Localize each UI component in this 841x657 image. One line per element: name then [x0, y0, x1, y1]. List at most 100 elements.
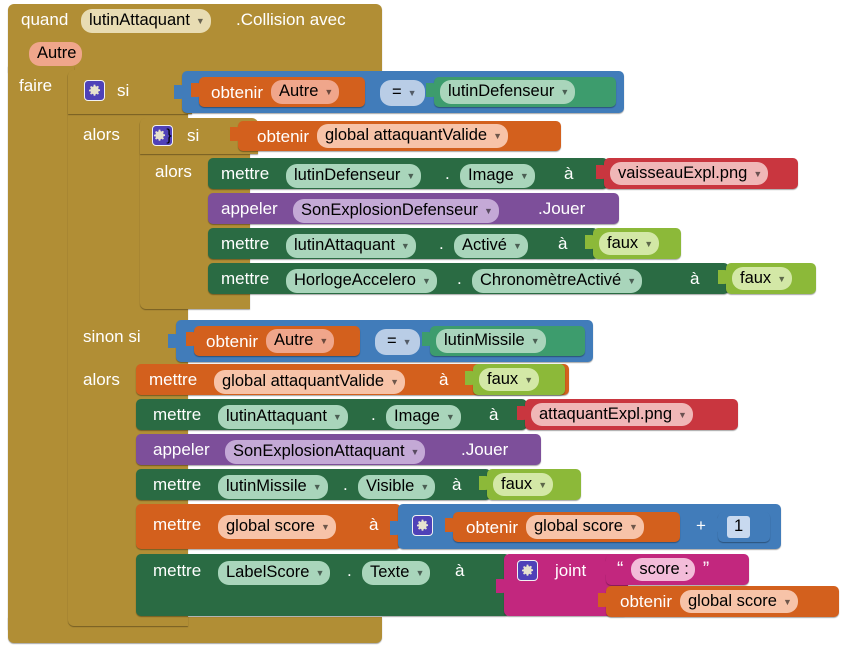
setter-property-dropdown-6[interactable]: Texte ▼ — [362, 561, 431, 585]
component-lutinmissile-block[interactable]: lutinMissile ▼ — [422, 326, 585, 356]
chevron-down-icon: ▼ — [320, 522, 330, 533]
event-keyword-quand: quand — [21, 10, 69, 29]
get-global-attaquantvalide-block[interactable]: obtenir global attaquantValide ▼ — [230, 121, 561, 151]
chevron-down-icon: ▼ — [644, 238, 654, 249]
setter-property-dropdown-5[interactable]: Visible ▼ — [358, 475, 436, 499]
text-string-field[interactable]: score : — [631, 557, 695, 582]
set-global-to-label-1: à — [439, 370, 449, 389]
logic-faux-label-1: faux — [607, 233, 639, 252]
call-component-label-2: SonExplosionAttaquant — [233, 442, 405, 460]
get-autre-dropdown-2[interactable]: Autre ▼ — [265, 329, 335, 353]
get-autre-dropdown-1[interactable]: Autre ▼ — [270, 80, 340, 104]
setter-component-dropdown-3[interactable]: HorlogeAccelero ▼ — [286, 269, 437, 293]
chevron-down-icon: ▼ — [538, 479, 548, 490]
component-lutindefenseur-block[interactable]: lutinDefenseur ▼ — [426, 77, 616, 107]
event-body-label-faire: faire — [19, 76, 53, 95]
call-label-2: appeler — [153, 440, 210, 459]
chevron-down-icon: ▼ — [406, 171, 416, 182]
gear-icon[interactable] — [412, 515, 433, 536]
get-global-score-block-2[interactable]: obtenir global score ▼ — [598, 586, 839, 617]
text-string-block[interactable]: “ score : ” — [598, 554, 749, 585]
chevron-down-icon: ▼ — [400, 241, 410, 252]
plug-notch-icon — [517, 405, 526, 420]
logic-faux-block-3[interactable]: faux ▼ — [465, 364, 565, 395]
setter-property-dropdown-1[interactable]: Image ▼ — [460, 164, 535, 188]
logic-faux-dropdown-2[interactable]: faux ▼ — [732, 266, 793, 291]
setter-property-label-1: Image — [468, 166, 514, 184]
asset-attaquantexpl-block[interactable]: attaquantExpl.png ▼ — [517, 399, 738, 430]
get-global-score-label-2: global score — [687, 591, 777, 610]
setter-to-label-4: à — [489, 405, 499, 424]
compare-operator-dropdown-1[interactable]: = ▼ — [380, 80, 425, 106]
setter-component-dropdown-1[interactable]: lutinDefenseur ▼ — [286, 164, 422, 188]
gear-icon[interactable]: } — [152, 125, 173, 146]
call-component-dropdown-2[interactable]: SonExplosionAttaquant ▼ — [225, 440, 426, 464]
logic-faux-block-1[interactable]: faux ▼ — [585, 228, 681, 259]
chevron-down-icon: ▼ — [628, 522, 638, 533]
get-global-score-block-1[interactable]: obtenir global score ▼ — [445, 512, 680, 542]
setter-property-dropdown-2[interactable]: Activé ▼ — [454, 234, 528, 258]
plug-notch-icon — [168, 334, 177, 348]
event-component-dropdown[interactable]: lutinAttaquant ▼ — [81, 9, 211, 33]
logic-faux-dropdown-1[interactable]: faux ▼ — [599, 231, 660, 256]
setter-property-dropdown-4[interactable]: Image ▼ — [386, 405, 461, 429]
chevron-down-icon: ▼ — [195, 16, 205, 27]
chevron-down-icon: ▼ — [421, 276, 431, 287]
setter-property-label-5: Visible — [366, 477, 415, 495]
text-join-label: joint — [555, 561, 587, 580]
setter-component-dropdown-4[interactable]: lutinAttaquant ▼ — [218, 405, 348, 429]
text-open-quote: “ — [617, 559, 624, 580]
plug-notch-icon — [585, 234, 594, 249]
asset-vaisseauexpl-label: vaisseauExpl.png — [618, 163, 748, 182]
chevron-down-icon: ▼ — [332, 412, 342, 423]
get-autre-block-2[interactable]: obtenir Autre ▼ — [186, 326, 360, 356]
setter-component-dropdown-5[interactable]: lutinMissile ▼ — [218, 475, 328, 499]
set-global-variable-dropdown-1[interactable]: global attaquantValide ▼ — [214, 370, 405, 394]
math-number-block[interactable]: 1 — [710, 512, 770, 542]
compare-operator-dropdown-2[interactable]: = ▼ — [375, 329, 420, 355]
outer-if-label: si — [117, 81, 130, 100]
call-method-label-1: .Jouer — [538, 199, 586, 218]
inner-if-label: si — [187, 126, 200, 145]
asset-vaisseauexpl-block[interactable]: vaisseauExpl.png ▼ — [596, 158, 798, 189]
component-lutindefenseur-dropdown[interactable]: lutinDefenseur ▼ — [440, 80, 576, 104]
math-number-field[interactable]: 1 — [727, 516, 751, 538]
chevron-down-icon: ▼ — [315, 568, 325, 579]
event-parameter-autre[interactable]: Autre — [29, 42, 83, 66]
logic-faux-dropdown-3[interactable]: faux ▼ — [479, 367, 540, 392]
chevron-down-icon: ▼ — [777, 273, 787, 284]
setter-component-dropdown-2[interactable]: lutinAttaquant ▼ — [286, 234, 416, 258]
logic-faux-dropdown-4[interactable]: faux ▼ — [493, 472, 554, 497]
get-global-attaquantvalide-dropdown[interactable]: global attaquantValide ▼ — [316, 124, 508, 148]
get-global-score-dropdown-1[interactable]: global score ▼ — [525, 515, 644, 539]
get-autre-block-1[interactable]: obtenir Autre ▼ — [191, 77, 365, 107]
compare-operator-2: = — [387, 332, 397, 350]
chevron-down-icon: ▼ — [524, 374, 534, 385]
plug-notch-icon — [445, 518, 454, 532]
component-lutinmissile-dropdown[interactable]: lutinMissile ▼ — [436, 329, 546, 353]
chevron-down-icon: ▼ — [410, 447, 420, 458]
math-number-value: 1 — [734, 517, 744, 536]
setter-dot-1: . — [445, 164, 450, 183]
get-global-score-dropdown-2[interactable]: global score ▼ — [679, 589, 798, 614]
setter-property-dropdown-3[interactable]: ChronomètreActivé ▼ — [472, 269, 643, 293]
gear-icon[interactable] — [517, 560, 538, 581]
gear-icon[interactable] — [84, 80, 105, 101]
call-component-label-1: SonExplosionDefenseur — [301, 201, 479, 219]
setter-component-dropdown-6[interactable]: LabelScore ▼ — [218, 561, 331, 585]
logic-faux-block-4[interactable]: faux ▼ — [479, 469, 581, 500]
set-global-label-2: mettre — [153, 515, 202, 534]
get-global-score-label-1: global score — [533, 517, 623, 536]
setter-label-2: mettre — [221, 234, 270, 253]
chevron-down-icon: ▼ — [415, 568, 425, 579]
chevron-down-icon: ▼ — [324, 87, 334, 98]
setter-to-label-6: à — [455, 561, 465, 580]
setter-dot-6: . — [347, 561, 352, 580]
call-component-dropdown-1[interactable]: SonExplosionDefenseur ▼ — [293, 199, 499, 223]
logic-faux-block-2[interactable]: faux ▼ — [718, 263, 816, 294]
set-global-variable-dropdown-2[interactable]: global score ▼ — [218, 515, 336, 539]
plug-notch-icon — [710, 518, 719, 532]
chevron-down-icon: ▼ — [512, 241, 522, 252]
asset-attaquantexpl-dropdown[interactable]: attaquantExpl.png ▼ — [531, 402, 693, 427]
asset-vaisseauexpl-dropdown[interactable]: vaisseauExpl.png ▼ — [610, 161, 769, 186]
